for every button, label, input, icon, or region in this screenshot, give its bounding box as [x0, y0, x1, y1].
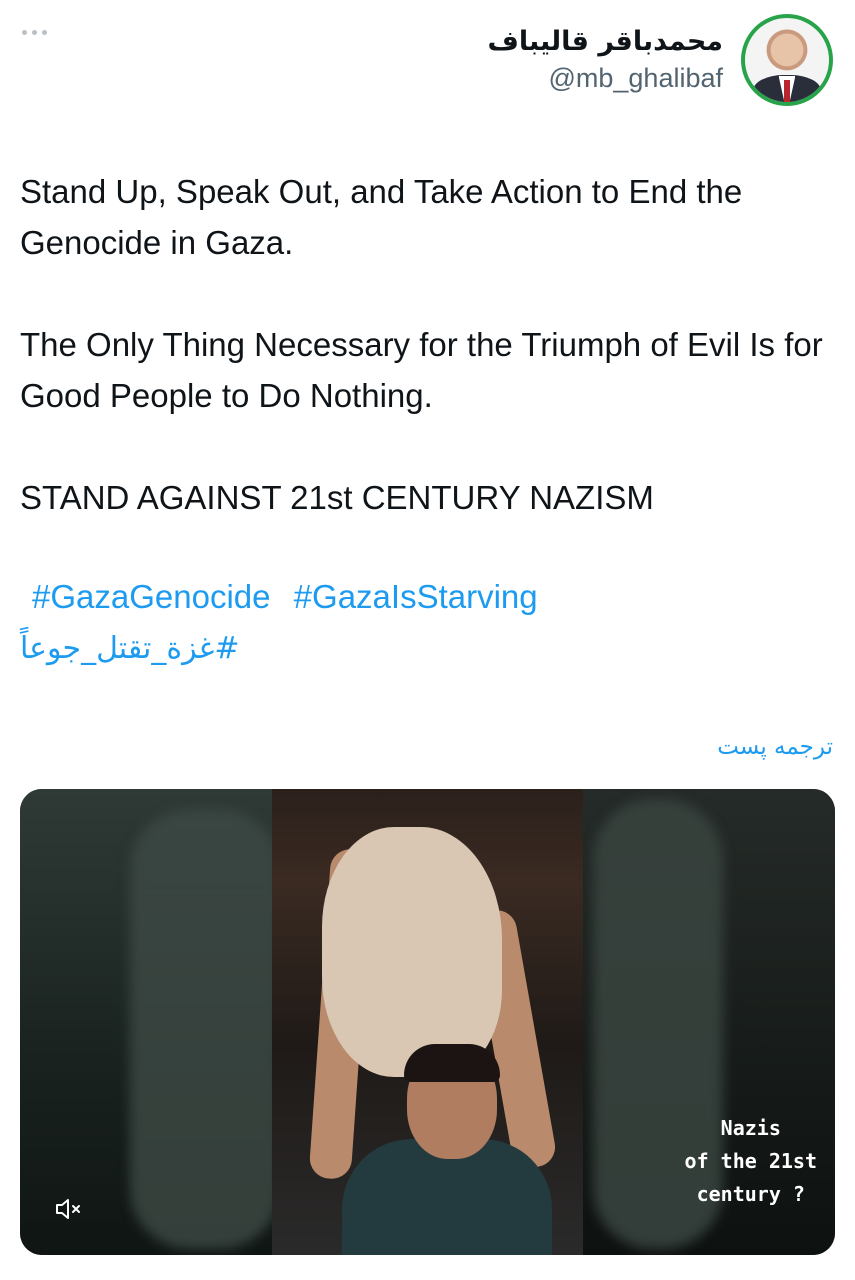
avatar-photo	[745, 18, 829, 102]
blur-shape	[130, 809, 280, 1249]
dot	[22, 30, 27, 35]
hashtag-link[interactable]: #غزة_تقتل_جوعاً	[20, 624, 239, 674]
hashtag-link[interactable]: #GazaGenocide	[32, 578, 271, 615]
dot	[32, 30, 37, 35]
video-overlay-caption: Nazis of the 21st century ?	[684, 1116, 817, 1206]
display-name[interactable]: محمدباقر قالیباف	[487, 25, 723, 59]
tweet-text: Stand Up, Speak Out, and Take Action to …	[20, 173, 823, 516]
speaker-muted-icon[interactable]	[52, 1193, 84, 1225]
figure-bundle	[322, 827, 502, 1077]
video-frame	[272, 789, 583, 1255]
tweet-header: محمدباقر قالیباف @mb_ghalibaf	[487, 14, 833, 106]
video-blur-left	[20, 789, 280, 1255]
author-names: محمدباقر قالیباف @mb_ghalibaf	[487, 25, 723, 95]
more-options-icon[interactable]	[22, 30, 47, 35]
avatar[interactable]	[741, 14, 833, 106]
hashtag-list: #GazaGenocide #GazaIsStarving #غزة_تقتل_…	[20, 572, 840, 674]
user-handle[interactable]: @mb_ghalibaf	[487, 61, 723, 95]
dot	[42, 30, 47, 35]
translate-post-link[interactable]: ترجمه پست	[717, 734, 833, 760]
hashtag-link[interactable]: #GazaIsStarving	[294, 578, 538, 615]
avatar-tie	[783, 80, 791, 102]
figure-hair	[404, 1044, 500, 1082]
